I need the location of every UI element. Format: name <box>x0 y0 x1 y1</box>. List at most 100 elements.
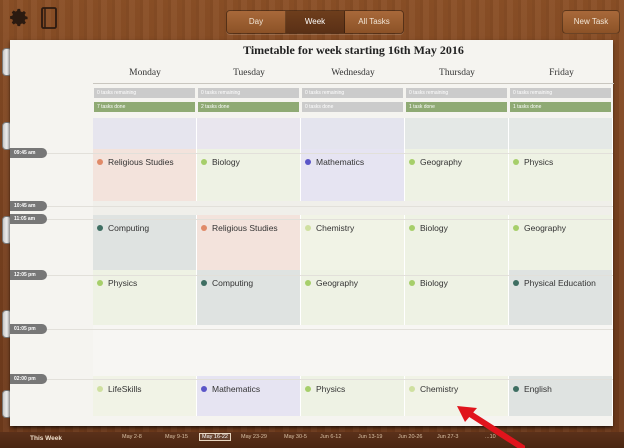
lesson-cell[interactable]: Geography <box>405 149 509 201</box>
week-item[interactable]: May 23-29 <box>241 434 267 440</box>
empty-slot[interactable] <box>93 325 613 376</box>
lesson-cell[interactable]: Geography <box>301 270 405 325</box>
empty-slot[interactable] <box>93 118 197 149</box>
subject-color-dot <box>409 159 415 165</box>
time-label: 11:05 am <box>10 214 47 224</box>
time-gridline <box>47 329 613 330</box>
lesson-subject: Biology <box>212 157 240 167</box>
subject-color-dot <box>305 280 311 286</box>
lesson-label: Geography <box>305 278 358 288</box>
lesson-cell[interactable]: Chemistry <box>301 215 405 270</box>
lesson-subject: Physical Education <box>524 278 596 288</box>
time-gridline <box>47 219 613 220</box>
subject-color-dot <box>513 159 519 165</box>
day-header-tuesday: Tuesday <box>233 68 265 78</box>
time-label: 09:45 am <box>10 148 47 158</box>
lesson-cell[interactable]: Geography <box>509 215 613 270</box>
lesson-cell[interactable]: Biology <box>405 270 509 325</box>
empty-slot[interactable] <box>301 118 405 149</box>
empty-slot[interactable] <box>509 118 613 149</box>
tasks-remaining-badge: 0 tasks remaining <box>94 88 195 98</box>
gear-icon[interactable] <box>8 7 30 29</box>
lesson-cell[interactable]: Biology <box>405 215 509 270</box>
subject-color-dot <box>201 386 207 392</box>
notebook-icon[interactable] <box>41 7 57 29</box>
lesson-label: Computing <box>201 278 253 288</box>
lesson-cell[interactable]: Biology <box>197 149 301 201</box>
lesson-subject: Physics <box>316 384 346 394</box>
lesson-label: Geography <box>513 223 566 233</box>
lesson-cell[interactable]: Computing <box>197 270 301 325</box>
lesson-cell[interactable]: Religious Studies <box>93 149 197 201</box>
lesson-subject: Geography <box>420 157 463 167</box>
day-header-friday: Friday <box>549 68 574 78</box>
view-switcher: Day Week All Tasks <box>226 10 404 34</box>
time-label: 01:05 pm <box>10 324 47 334</box>
lesson-cell[interactable]: Physics <box>509 149 613 201</box>
week-item[interactable]: Jun 20-26 <box>398 434 422 440</box>
timetable-title: Timetable for week starting 16th May 201… <box>243 43 464 57</box>
lesson-label: Physics <box>305 384 345 394</box>
tab-all-tasks[interactable]: All Tasks <box>345 11 403 33</box>
lesson-label: Physics <box>97 278 137 288</box>
subject-color-dot <box>409 386 415 392</box>
lesson-cell[interactable]: Physics <box>93 270 197 325</box>
subject-color-dot <box>513 225 519 231</box>
lesson-label: Biology <box>201 157 240 167</box>
lesson-subject: Geography <box>524 223 567 233</box>
week-item[interactable]: Jun 13-19 <box>358 434 382 440</box>
lesson-subject: Computing <box>212 278 254 288</box>
week-item-selected[interactable]: May 16-22 <box>199 433 231 441</box>
lesson-subject: Religious Studies <box>212 223 278 233</box>
week-item[interactable]: May 9-15 <box>165 434 188 440</box>
subject-color-dot <box>201 280 207 286</box>
lesson-cell[interactable]: Mathematics <box>301 149 405 201</box>
lesson-cell[interactable]: Mathematics <box>197 376 301 416</box>
lesson-cell[interactable]: Physical Education <box>509 270 613 325</box>
tasks-remaining-badge: 0 tasks remaining <box>510 88 611 98</box>
subject-color-dot <box>97 386 103 392</box>
tasks-remaining-badge: 0 tasks remaining <box>198 88 299 98</box>
lesson-label: Chemistry <box>409 384 458 394</box>
lesson-subject: Physics <box>524 157 554 167</box>
time-label: 10:45 am <box>10 201 47 211</box>
subject-color-dot <box>513 280 519 286</box>
tab-day[interactable]: Day <box>227 11 286 33</box>
lesson-label: Physics <box>513 157 553 167</box>
new-task-button[interactable]: New Task <box>562 10 620 34</box>
tasks-done-badge: 7 tasks done <box>94 102 195 112</box>
subject-color-dot <box>201 225 207 231</box>
subject-color-dot <box>97 280 103 286</box>
week-item[interactable]: Jun 6-12 <box>320 434 341 440</box>
timetable-page: Timetable for week starting 16th May 201… <box>10 40 614 426</box>
lesson-cell[interactable]: Religious Studies <box>197 215 301 270</box>
annotation-arrow-icon <box>457 406 525 448</box>
week-item[interactable]: May 30-5 <box>284 434 307 440</box>
tasks-done-badge: 1 task done <box>406 102 507 112</box>
lesson-label: Religious Studies <box>201 223 278 233</box>
lesson-subject: Chemistry <box>316 223 355 233</box>
tab-week[interactable]: Week <box>286 11 345 33</box>
lesson-cell[interactable]: Physics <box>301 376 405 416</box>
day-header-thursday: Thursday <box>439 68 475 78</box>
subject-color-dot <box>305 159 311 165</box>
tasks-done-badge: 0 tasks done <box>302 102 403 112</box>
empty-slot[interactable] <box>197 118 301 149</box>
empty-slot[interactable] <box>405 118 509 149</box>
time-gridline <box>47 379 613 380</box>
week-navigation-bar: This Week May 2-8 May 9-15 May 16-22 May… <box>0 432 624 448</box>
subject-color-dot <box>409 280 415 286</box>
lesson-subject: Mathematics <box>212 384 261 394</box>
header-rule <box>93 83 614 84</box>
lesson-label: Mathematics <box>201 384 260 394</box>
lesson-subject: Geography <box>316 278 359 288</box>
tasks-remaining-badge: 0 tasks remaining <box>302 88 403 98</box>
subject-color-dot <box>409 225 415 231</box>
lesson-cell[interactable]: Computing <box>93 215 197 270</box>
week-item[interactable]: May 2-8 <box>122 434 142 440</box>
lesson-subject: English <box>524 384 552 394</box>
this-week-button[interactable]: This Week <box>30 435 62 442</box>
tasks-done-badge: 1 tasks done <box>510 102 611 112</box>
time-label: 02:00 pm <box>10 374 47 384</box>
lesson-cell[interactable]: LifeSkills <box>93 376 197 416</box>
